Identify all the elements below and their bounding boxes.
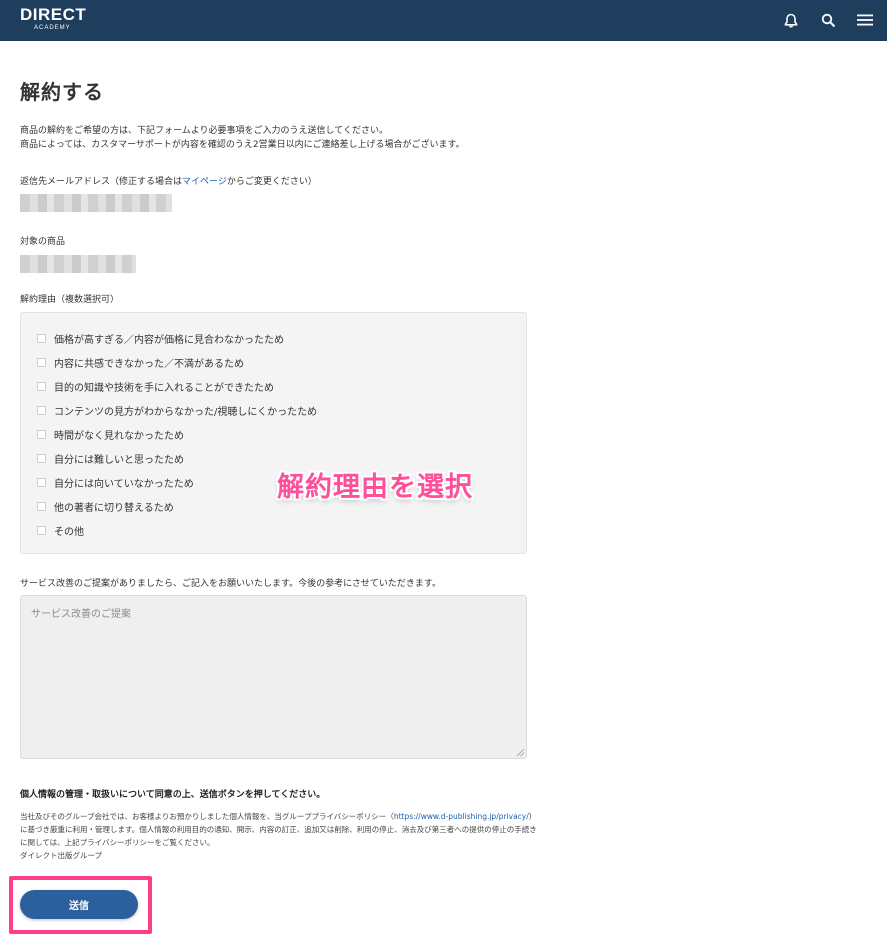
checkbox[interactable] (37, 406, 46, 415)
reason-option[interactable]: 時間がなく見れなかったため (37, 427, 184, 442)
email-label: 返信先メールアドレス（修正する場合はマイページからご変更ください） (20, 174, 317, 187)
reason-option[interactable]: 内容に共感できなかった／不満があるため (37, 355, 244, 370)
reason-label: 自分には向いていなかったため (54, 479, 194, 490)
checkbox[interactable] (37, 430, 46, 439)
reasons-checkbox-group: 価格が高すぎる／内容が価格に見合わなかったため 内容に共感できなかった／不満があ… (20, 312, 527, 554)
logo-sub-text: ACADEMY (34, 25, 71, 31)
checkbox[interactable] (37, 454, 46, 463)
product-value-redacted (20, 255, 136, 273)
intro-line-2: 商品によっては、カスタマーサポートが内容を確認のうえ2営業日以内にご連絡差し上げ… (20, 140, 465, 150)
top-navigation-bar: DIRECT ACADEMY (0, 0, 887, 41)
reason-label: 他の著者に切り替えるため (54, 503, 174, 514)
bell-icon[interactable] (781, 10, 801, 30)
reason-option[interactable]: 自分には難しいと思ったため (37, 451, 184, 466)
privacy-text: 当社及びそのグループ会社では、お客様よりお預かりしました個人情報を、当グループプ… (20, 810, 540, 862)
checkbox[interactable] (37, 502, 46, 511)
email-label-prefix: 返信先メールアドレス（修正する場合は (20, 177, 183, 187)
checkbox[interactable] (37, 334, 46, 343)
checkbox[interactable] (37, 358, 46, 367)
menu-icon[interactable] (855, 10, 875, 30)
reason-label: 自分には難しいと思ったため (54, 455, 184, 466)
reasons-label: 解約理由（複数選択可） (20, 295, 120, 305)
submit-button[interactable]: 送信 (20, 890, 138, 919)
reason-label: その他 (54, 527, 84, 538)
checkbox[interactable] (37, 478, 46, 487)
direct-academy-logo[interactable]: DIRECT ACADEMY (20, 6, 86, 32)
reason-label: 目的の知識や技術を手に入れることができたため (54, 383, 274, 394)
email-value-redacted (20, 194, 172, 212)
resize-handle-icon[interactable] (516, 748, 525, 757)
privacy-text-part1: 当社及びそのグループ会社では、お客様よりお預かりしました個人情報を、当グループプ… (20, 812, 394, 821)
mypage-link[interactable]: マイページ (182, 177, 227, 187)
checkbox[interactable] (37, 382, 46, 391)
suggestion-textarea[interactable] (20, 595, 527, 759)
reason-option[interactable]: 他の著者に切り替えるため (37, 499, 174, 514)
annotation-overlay: 解約理由を選択 (277, 472, 473, 503)
suggestion-label: サービス改善のご提案がありましたら、ご記入をお願いいたします。今後の参考にさせて… (20, 579, 442, 589)
reason-option[interactable]: 自分には向いていなかったため (37, 475, 194, 490)
reason-option[interactable]: 目的の知識や技術を手に入れることができたため (37, 379, 274, 394)
reason-option[interactable]: 価格が高すぎる／内容が価格に見合わなかったため (37, 331, 284, 346)
privacy-title: 個人情報の管理・取扱いについて同意の上、送信ボタンを押してください。 (20, 790, 326, 800)
reason-option[interactable]: その他 (37, 523, 84, 538)
checkbox[interactable] (37, 526, 46, 535)
privacy-group-name: ダイレクト出版グループ (20, 851, 103, 860)
email-label-suffix: からご変更ください） (226, 177, 317, 187)
reason-option[interactable]: コンテンツの見方がわからなかった/視聴しにくかったため (37, 403, 317, 418)
privacy-policy-link[interactable]: https://www.d-publishing.jp/privacy/ (394, 812, 529, 821)
logo-main-text: DIRECT (20, 5, 87, 24)
intro-text: 商品の解約をご希望の方は、下記フォームより必要事項をご入力のうえ送信してください… (20, 124, 465, 152)
reason-label: 内容に共感できなかった／不満があるため (54, 359, 244, 370)
reason-label: 価格が高すぎる／内容が価格に見合わなかったため (54, 335, 284, 346)
product-label: 対象の商品 (20, 237, 66, 247)
reason-label: 時間がなく見れなかったため (54, 431, 184, 442)
page-title: 解約する (20, 80, 104, 104)
search-icon[interactable] (818, 10, 838, 30)
intro-line-1: 商品の解約をご希望の方は、下記フォームより必要事項をご入力のうえ送信してください… (20, 126, 389, 136)
reason-label: コンテンツの見方がわからなかった/視聴しにくかったため (54, 407, 318, 418)
